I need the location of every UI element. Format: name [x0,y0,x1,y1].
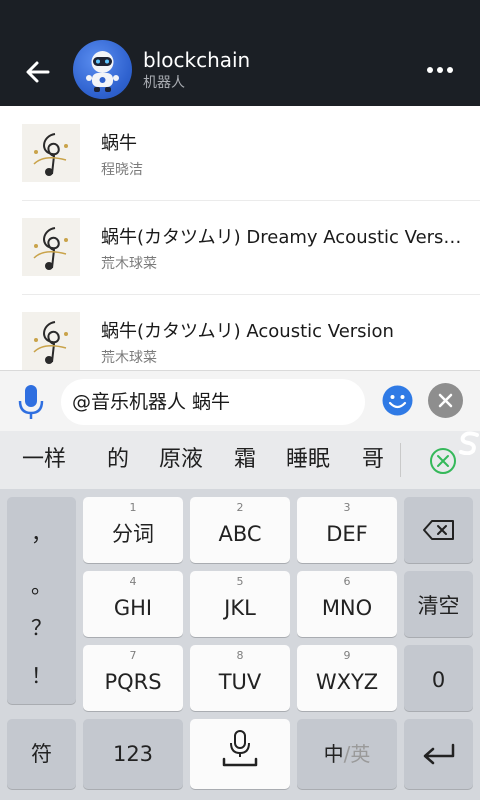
key-label: 0 [431,668,446,692]
enter-icon [423,743,455,765]
key-label: GHI [113,596,153,620]
divider [400,443,401,477]
key-label: 123 [112,742,154,766]
punct-key[interactable]: ？ [7,615,76,641]
key-8[interactable]: 8 TUV [190,645,290,711]
key-label: 分词 [112,522,154,546]
song-item[interactable]: 蜗牛 程晓洁 [0,106,480,199]
key-label: 中/英 [297,741,397,767]
key-2[interactable]: 2 ABC [190,497,290,563]
clear-key[interactable]: 清空 [404,571,473,637]
album-cover-icon [22,312,80,370]
punctuation-column[interactable]: ， 。 ？ ！ [7,497,76,704]
enter-key[interactable] [404,719,473,789]
space-key[interactable] [190,719,290,789]
backspace-icon [423,520,454,540]
candidate[interactable]: 霜 [234,447,256,473]
lang-en: 英 [350,742,371,766]
key-label: WXYZ [315,670,379,694]
key-number: 8 [236,649,244,662]
message-input-bar: @音乐机器人 蜗牛 [0,370,480,431]
candidate[interactable]: 睡眠 [286,447,330,473]
key-5[interactable]: 5 JKL [190,571,290,637]
song-artist: 荒木球菜 [101,350,157,366]
punct-key[interactable]: ！ [7,663,76,689]
number-mode-key[interactable]: 123 [83,719,183,789]
candidate[interactable]: 哥 [362,447,384,473]
key-6[interactable]: 6 MNO [297,571,397,637]
punct-key[interactable]: 。 [7,573,76,599]
arrow-left-icon[interactable] [22,56,54,88]
bot-avatar[interactable] [73,40,132,99]
key-label: 清空 [417,594,460,618]
album-cover-icon [22,218,80,276]
key-4[interactable]: 4 GHI [83,571,183,637]
microphone-icon[interactable] [14,381,48,421]
chat-subtitle: 机器人 [143,75,185,91]
punct-key[interactable]: ， [7,521,76,547]
song-artist: 荒木球菜 [101,256,157,272]
candidate[interactable]: 的 [107,447,129,473]
language-switch-key[interactable]: 中/英 [297,719,397,789]
robot-icon [86,51,119,92]
key-number: 5 [236,575,244,588]
candidate[interactable]: 原液 [159,447,203,473]
candidate-bar: 一样 的 原液 霜 睡眠 哥 [0,431,480,489]
ime-keyboard: ， 。 ？ ！ 1 分词 2 ABC 3 DEF 4 GHI 5 JKL 6 M… [0,489,480,800]
backspace-key[interactable] [404,497,473,563]
song-item[interactable]: 蜗牛(カタツムリ) Acoustic Version 荒木球菜 [0,294,480,370]
key-label: DEF [326,522,368,546]
album-cover-icon [22,124,80,182]
key-label: TUV [218,670,262,694]
key-number: 1 [129,501,137,514]
key-number: 4 [129,575,137,588]
message-input[interactable]: @音乐机器人 蜗牛 [61,379,365,425]
smiley-icon[interactable] [381,384,414,417]
chat-header: blockchain 机器人 [0,0,480,106]
key-label: 符 [31,742,52,766]
key-label: MNO [321,596,373,620]
ime-logo-icon [459,431,479,455]
more-horizontal-icon[interactable] [424,64,456,76]
song-artist: 程晓洁 [101,162,143,178]
key-number: 6 [343,575,351,588]
key-number: 7 [129,649,137,662]
key-3[interactable]: 3 DEF [297,497,397,563]
song-title: 蜗牛 [101,133,137,154]
key-number: 9 [343,649,351,662]
key-9[interactable]: 9 WXYZ [297,645,397,711]
clear-icon[interactable] [428,383,463,418]
key-7[interactable]: 7 PQRS [83,645,183,711]
microphone-icon [222,730,258,767]
zero-key[interactable]: 0 [404,645,473,711]
song-list: 蜗牛 程晓洁 蜗牛(カタツムリ) Dreamy Acoustic Vers… 荒… [0,106,480,370]
key-label: ABC [218,522,262,546]
candidate[interactable]: 一样 [22,447,66,473]
symbol-key[interactable]: 符 [7,719,76,789]
key-label: PQRS [104,670,162,694]
chat-title: blockchain [143,48,251,72]
message-input-value: @音乐机器人 蜗牛 [72,391,231,413]
key-1[interactable]: 1 分词 [83,497,183,563]
key-number: 2 [236,501,244,514]
song-title: 蜗牛(カタツムリ) Acoustic Version [101,321,394,342]
song-item[interactable]: 蜗牛(カタツムリ) Dreamy Acoustic Vers… 荒木球菜 [0,200,480,293]
key-number: 3 [343,501,351,514]
song-title: 蜗牛(カタツムリ) Dreamy Acoustic Vers… [101,227,462,248]
lang-zh: 中 [323,742,344,766]
key-label: JKL [224,596,256,620]
collapse-keyboard-icon[interactable] [429,447,457,475]
